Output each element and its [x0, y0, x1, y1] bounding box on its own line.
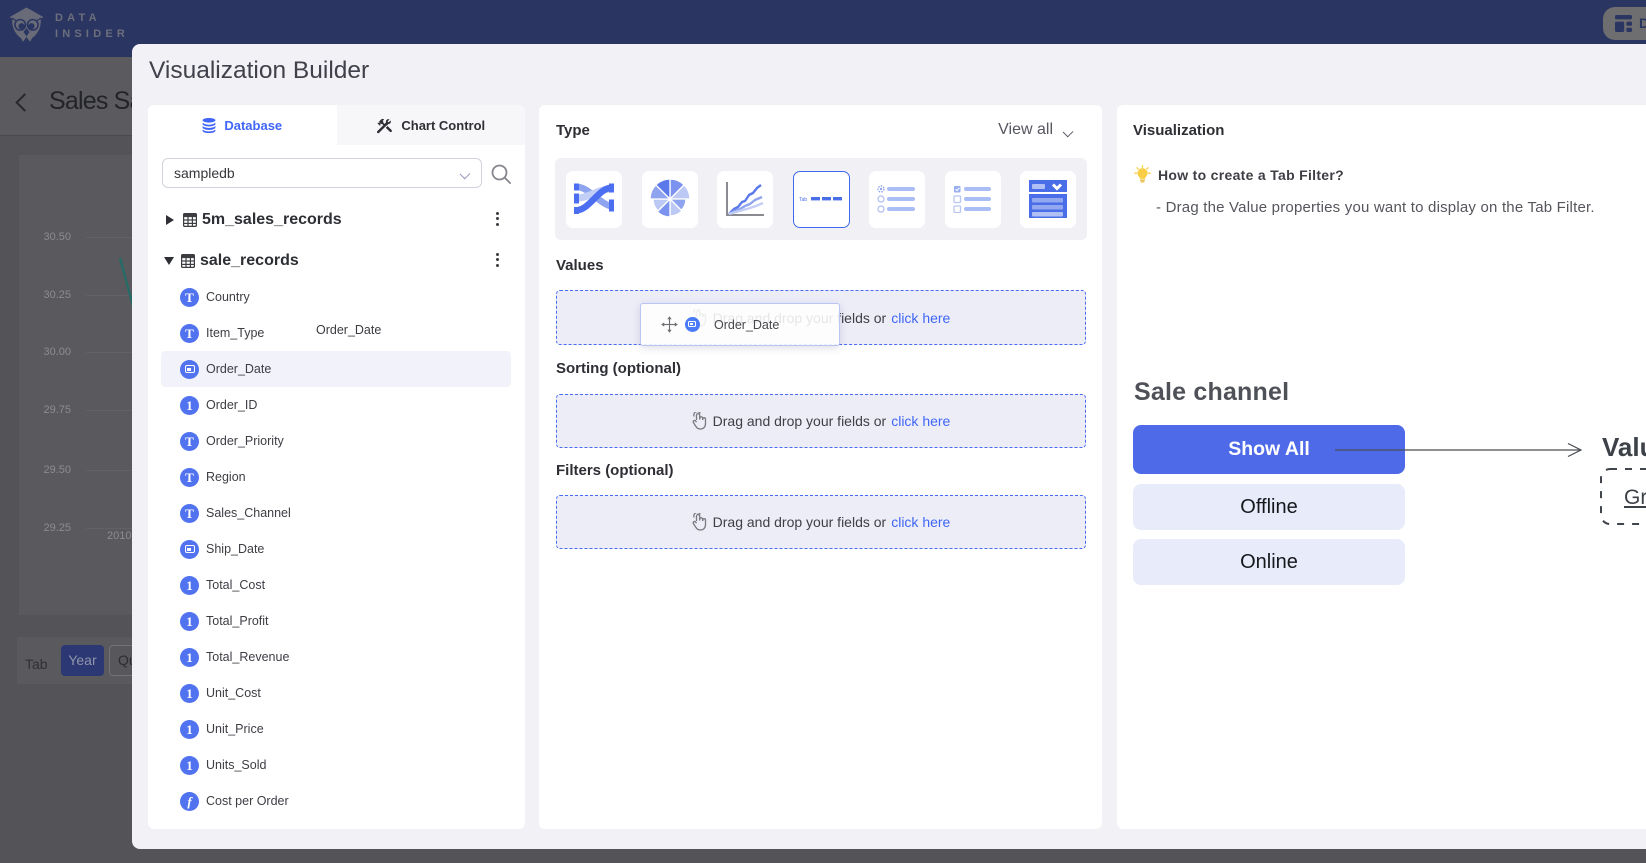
svg-text:Tab: Tab	[799, 197, 807, 203]
